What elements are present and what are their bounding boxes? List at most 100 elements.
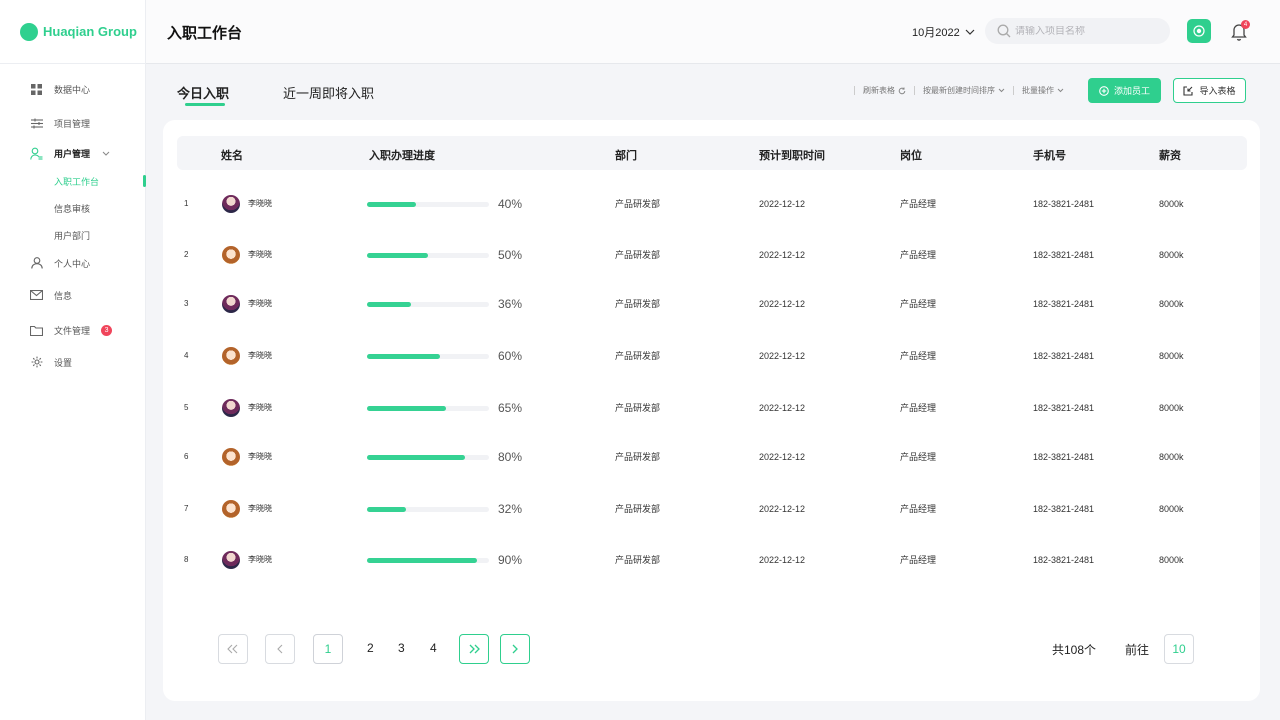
row-index: 3: [184, 299, 189, 308]
salary: 8000k: [1159, 199, 1184, 209]
page-link[interactable]: 2: [367, 641, 374, 655]
logo-mark: [20, 22, 38, 41]
double-chevron-left-icon: [227, 644, 238, 654]
files-badge: 3: [101, 324, 113, 336]
divider: [854, 86, 855, 95]
progress-bar: [367, 302, 489, 307]
table-row[interactable]: 3 李晓晓 36% 产品研发部 2022-12-12 产品经理 182-3821-2481 8…: [163, 292, 1260, 316]
progress-bar: [367, 253, 489, 258]
sidebar-subitem-onboarding[interactable]: 入职工作台: [0, 172, 146, 190]
column-header-name: 姓名: [221, 150, 243, 162]
user-manage-icon: [30, 147, 43, 160]
progress-bar: [367, 406, 489, 411]
progress-bar: [367, 202, 489, 207]
progress-bar: [367, 558, 489, 563]
department: 产品研发部: [615, 504, 661, 514]
department: 产品研发部: [615, 452, 661, 462]
department: 产品研发部: [615, 403, 661, 413]
goto-page-input[interactable]: 10: [1164, 634, 1194, 664]
table-row[interactable]: 8 李晓晓 90% 产品研发部 2022-12-12 产品经理 182-3821-2481 8…: [163, 548, 1260, 572]
position: 产品经理: [900, 555, 937, 565]
column-header-progress: 入职办理进度: [369, 150, 435, 162]
tab-today[interactable]: 今日入职: [177, 83, 229, 106]
sidebar-item-label: 信息: [54, 290, 73, 301]
sidebar-item-data-center[interactable]: 数据中心: [0, 78, 146, 100]
sidebar-item-project[interactable]: 项目管理: [0, 112, 146, 134]
department: 产品研发部: [615, 250, 661, 260]
position: 产品经理: [900, 250, 937, 260]
avatar: [222, 295, 240, 313]
record-icon: [1193, 25, 1205, 37]
salary: 8000k: [1159, 351, 1184, 361]
expected-date: 2022-12-12: [759, 299, 806, 309]
sort-dropdown[interactable]: 按最新创建时间排序: [923, 85, 1005, 96]
refresh-table-button[interactable]: 刷新表格: [863, 85, 906, 96]
table-row[interactable]: 7 李晓晓 32% 产品研发部 2022-12-12 产品经理 182-3821-2481 8…: [163, 497, 1260, 521]
avatar: [222, 246, 240, 264]
add-employee-button[interactable]: 添加员工: [1088, 78, 1161, 103]
table-row[interactable]: 1 李晓晓 40% 产品研发部 2022-12-12 产品经理 182-3821-2481 8…: [163, 192, 1260, 216]
employee-name: 李晓晓: [248, 403, 272, 412]
position: 产品经理: [900, 199, 937, 209]
progress-fill: [367, 406, 447, 411]
progress-percent: 60%: [498, 349, 523, 363]
batch-dropdown[interactable]: 批量操作: [1022, 85, 1064, 96]
salary: 8000k: [1159, 555, 1184, 565]
column-header-phone: 手机号: [1033, 150, 1066, 162]
expected-date: 2022-12-12: [759, 403, 806, 413]
record-button[interactable]: [1187, 19, 1211, 43]
notification-button[interactable]: 4: [1230, 20, 1250, 42]
progress-percent: 32%: [498, 502, 523, 516]
sidebar-item-user-manage[interactable]: 用户管理: [0, 142, 146, 164]
row-index: 1: [184, 199, 189, 208]
next-page-button[interactable]: [500, 634, 530, 664]
folder-icon: [30, 324, 43, 337]
sidebar-item-settings[interactable]: 设置: [0, 351, 146, 373]
page-link[interactable]: 4: [430, 641, 437, 655]
position: 产品经理: [900, 452, 937, 462]
sidebar-subitem-user-dept[interactable]: 用户部门: [0, 226, 146, 244]
position: 产品经理: [900, 403, 937, 413]
progress-fill: [367, 253, 428, 258]
table-row[interactable]: 5 李晓晓 65% 产品研发部 2022-12-12 产品经理 182-3821-2481 8…: [163, 396, 1260, 420]
sidebar-item-label: 数据中心: [54, 84, 91, 95]
sidebar-item-personal[interactable]: 个人中心: [0, 252, 146, 274]
table-row[interactable]: 2 李晓晓 50% 产品研发部 2022-12-12 产品经理 182-3821-2481 8…: [163, 243, 1260, 267]
employee-name: 李晓晓: [248, 555, 272, 564]
position: 产品经理: [900, 504, 937, 514]
prev-page-button[interactable]: [265, 634, 295, 664]
page-current[interactable]: 1: [313, 634, 343, 664]
chevron-right-icon: [512, 644, 518, 654]
table-row[interactable]: 4 李晓晓 60% 产品研发部 2022-12-12 产品经理 182-3821-2481 8…: [163, 344, 1260, 368]
import-icon: [1183, 85, 1194, 96]
mail-icon: [30, 289, 43, 302]
first-page-button[interactable]: [218, 634, 248, 664]
last-page-button[interactable]: [459, 634, 489, 664]
progress-fill: [367, 507, 407, 512]
logo[interactable]: Huaqian Group: [0, 0, 145, 64]
import-table-button[interactable]: 导入表格: [1173, 78, 1246, 103]
column-header-salary: 薪资: [1159, 150, 1181, 162]
phone-number: 182-3821-2481: [1033, 351, 1095, 361]
sidebar-item-messages[interactable]: 信息: [0, 284, 146, 306]
avatar: [222, 448, 240, 466]
salary: 8000k: [1159, 452, 1184, 462]
search-input[interactable]: [1015, 25, 1165, 37]
sidebar-subitem-info-review[interactable]: 信息审核: [0, 199, 146, 217]
sidebar-item-label: 项目管理: [54, 118, 91, 129]
page-link[interactable]: 3: [398, 641, 405, 655]
date-select[interactable]: 10月2022: [912, 24, 975, 40]
search-box: [985, 18, 1170, 44]
avatar: [222, 500, 240, 518]
table-header: 姓名 入职办理进度 部门 预计到职时间 岗位 手机号 薪资: [177, 136, 1247, 170]
phone-number: 182-3821-2481: [1033, 555, 1095, 565]
progress-bar: [367, 507, 489, 512]
progress-percent: 65%: [498, 401, 523, 415]
tab-next-week[interactable]: 近一周即将入职: [283, 83, 374, 102]
table-row[interactable]: 6 李晓晓 80% 产品研发部 2022-12-12 产品经理 182-3821-2481 8…: [163, 445, 1260, 469]
sidebar-item-files[interactable]: 文件管理 3: [0, 319, 146, 341]
row-index: 7: [184, 504, 189, 513]
salary: 8000k: [1159, 403, 1184, 413]
date-value: 10月2022: [912, 27, 960, 39]
double-chevron-right-icon: [469, 644, 480, 654]
